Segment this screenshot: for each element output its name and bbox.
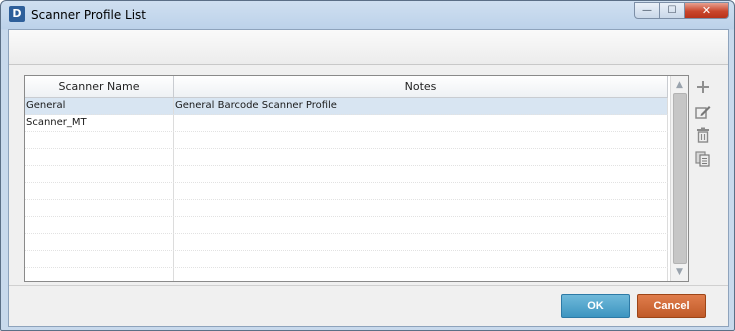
scroll-up-arrow-icon[interactable]: ▲ (671, 78, 688, 92)
dialog-footer: OK Cancel (9, 285, 728, 326)
cell-scanner-name[interactable] (25, 166, 174, 182)
grid-header: Scanner Name Notes (25, 76, 668, 98)
app-logo-icon: D (9, 6, 25, 22)
scanner-profile-grid: Scanner Name Notes General General Barcod… (24, 75, 689, 282)
cell-notes[interactable] (174, 132, 668, 148)
edit-profile-button[interactable] (693, 100, 713, 122)
cell-notes[interactable]: General Barcode Scanner Profile (174, 98, 668, 114)
window-title: Scanner Profile List (31, 8, 147, 22)
toolbar-strip (9, 30, 728, 65)
table-row[interactable]: Scanner_MT (25, 115, 668, 132)
table-row[interactable] (25, 183, 668, 200)
table-row[interactable] (25, 217, 668, 234)
cell-scanner-name[interactable] (25, 251, 174, 267)
table-row[interactable] (25, 234, 668, 251)
vertical-scrollbar[interactable]: ▲ ▼ (670, 76, 688, 281)
cancel-button[interactable]: Cancel (637, 294, 706, 318)
cell-notes[interactable] (174, 183, 668, 199)
cell-notes[interactable] (174, 268, 668, 281)
table-row[interactable] (25, 166, 668, 183)
cell-scanner-name[interactable] (25, 234, 174, 250)
cell-scanner-name[interactable] (25, 149, 174, 165)
copy-profile-button[interactable] (693, 148, 713, 170)
table-row[interactable] (25, 132, 668, 149)
column-header-notes[interactable]: Notes (174, 76, 668, 97)
scroll-down-arrow-icon[interactable]: ▼ (671, 265, 688, 279)
cell-notes[interactable] (174, 234, 668, 250)
cell-notes[interactable] (174, 149, 668, 165)
cell-scanner-name[interactable] (25, 268, 174, 281)
copy-icon (695, 151, 710, 167)
scrollbar-thumb[interactable] (673, 93, 687, 264)
scanner-profile-list-window: D Scanner Profile List — ☐ ✕ Scanner Nam… (0, 0, 735, 331)
cell-scanner-name[interactable]: General (25, 98, 174, 114)
cell-scanner-name[interactable] (25, 200, 174, 216)
cell-scanner-name[interactable] (25, 183, 174, 199)
dialog-body: Scanner Name Notes General General Barcod… (8, 29, 729, 327)
cell-notes[interactable] (174, 251, 668, 267)
delete-profile-button[interactable] (693, 124, 713, 146)
add-icon (697, 81, 709, 93)
maximize-button[interactable]: ☐ (660, 2, 685, 19)
minimize-button[interactable]: — (634, 2, 660, 19)
cell-scanner-name[interactable] (25, 217, 174, 233)
add-profile-button[interactable] (693, 76, 713, 98)
cell-scanner-name[interactable] (25, 132, 174, 148)
row-action-toolbar (693, 76, 713, 172)
title-bar[interactable]: D Scanner Profile List — ☐ ✕ (1, 1, 734, 29)
edit-icon (695, 106, 711, 119)
ok-button[interactable]: OK (561, 294, 630, 318)
cell-notes[interactable] (174, 200, 668, 216)
cell-notes[interactable] (174, 217, 668, 233)
delete-icon (697, 127, 709, 143)
table-row[interactable] (25, 200, 668, 217)
cell-notes[interactable] (174, 166, 668, 182)
window-controls: — ☐ ✕ (634, 2, 729, 19)
table-row[interactable] (25, 251, 668, 268)
close-button[interactable]: ✕ (685, 2, 729, 19)
table-row[interactable] (25, 268, 668, 281)
column-header-scanner-name[interactable]: Scanner Name (25, 76, 174, 97)
grid-body: General General Barcode Scanner Profile Sc… (25, 98, 668, 281)
table-row[interactable]: General General Barcode Scanner Profile (25, 98, 668, 115)
cell-scanner-name[interactable]: Scanner_MT (25, 115, 174, 131)
cell-notes[interactable] (174, 115, 668, 131)
table-row[interactable] (25, 149, 668, 166)
